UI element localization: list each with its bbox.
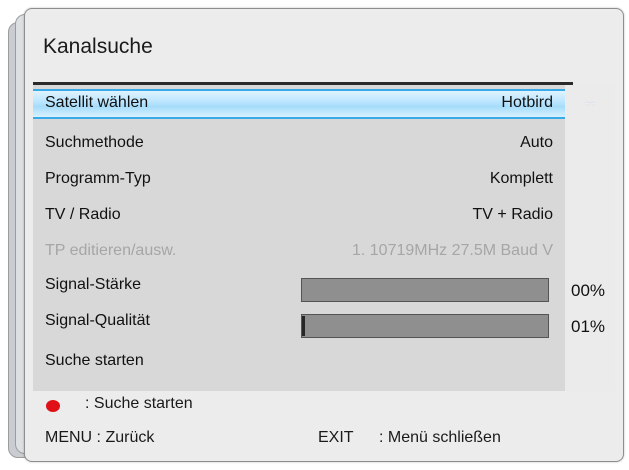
menu-item-tv-radio[interactable]: TV / Radio TV + Radio: [33, 203, 565, 229]
menu-item-label: Suchmethode: [45, 134, 144, 151]
signal-strength-percent: 00%: [571, 281, 606, 300]
red-key-hint: : Suche starten: [85, 395, 193, 412]
menu-back-hint: MENU : Zurück: [45, 429, 155, 446]
menu-item-value: 1. 10719MHz 27.5M Baud V: [351, 242, 553, 259]
menu-item-label: TV / Radio: [45, 206, 121, 223]
menu-item-value: Komplett: [489, 170, 553, 187]
menu-item-suche-starten[interactable]: Suche starten: [33, 349, 565, 375]
signal-strength-row: Signal-Stärke: [33, 273, 565, 302]
signal-quality-row: Signal-Qualität: [33, 309, 565, 338]
channel-search-dialog: Kanalsuche ↔ Satellit wählen Hotbird Suc…: [24, 8, 624, 462]
signal-quality-bar: [301, 314, 549, 338]
menu-item-value: TV + Radio: [472, 206, 553, 223]
exit-key-label: EXIT: [318, 429, 354, 446]
menu-item-tp-edit: TP editieren/ausw. 1. 10719MHz 27.5M Bau…: [33, 239, 565, 265]
menu-item-label: TP editieren/ausw.: [45, 242, 177, 259]
signal-quality-percent: 01%: [571, 317, 606, 336]
signal-quality-label: Signal-Qualität: [45, 312, 150, 329]
signal-strength-label: Signal-Stärke: [45, 276, 142, 293]
menu-item-value: Hotbird: [501, 94, 553, 111]
dialog-title: Kanalsuche: [43, 35, 153, 58]
red-key-icon: [46, 400, 60, 412]
menu-item-suchmethode[interactable]: Suchmethode Auto: [33, 131, 565, 157]
menu-item-programm-typ[interactable]: Programm-Typ Komplett: [33, 167, 565, 193]
menu-item-satellit[interactable]: Satellit wählen Hotbird: [33, 91, 565, 117]
menu-item-label: Satellit wählen: [45, 94, 149, 111]
side-panel: [565, 85, 615, 391]
menu-item-label: Suche starten: [45, 352, 144, 369]
exit-close-hint: : Menü schließen: [379, 429, 501, 446]
signal-strength-bar: [301, 278, 549, 302]
signal-quality-fill: [302, 316, 305, 336]
left-right-arrow-icon: ↔: [582, 93, 598, 110]
menu-item-value: Auto: [520, 134, 553, 151]
menu-item-label: Programm-Typ: [45, 170, 151, 187]
